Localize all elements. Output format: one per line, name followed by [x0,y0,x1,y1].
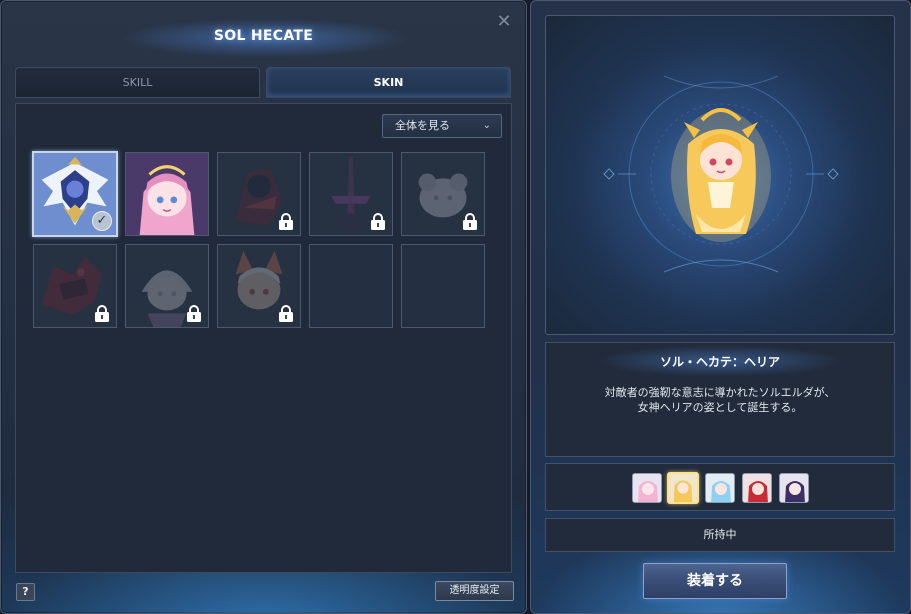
skin-slot-dark-rider[interactable] [217,152,301,236]
color-variant-red[interactable] [742,473,772,503]
character-preview [545,15,895,335]
blue-variant-icon [706,474,734,502]
lock-icon [371,213,385,230]
color-variant-blue[interactable] [705,473,735,503]
equip-button[interactable]: 装着する [643,563,787,599]
gold-variant-icon [669,474,697,502]
help-button[interactable]: ? [16,583,35,601]
skin-slot-fox-girl[interactable] [217,244,301,328]
pink-goddess-art [126,153,208,235]
skin-slot-empty [401,244,485,328]
skin-slot-crimson-dragon[interactable] [33,244,117,328]
skin-slot-empty [309,244,393,328]
chevron-down-icon: ⌄ [482,120,491,131]
tab-skin[interactable]: SKIN [266,67,511,98]
color-variant-gold[interactable] [667,472,699,504]
color-variant-pink[interactable] [632,473,662,503]
skin-slot-white-puff[interactable] [401,152,485,236]
skin-slot-winged-emblem[interactable]: ✓ [32,151,118,237]
window-title: SOL HECATE [213,28,314,44]
skin-name: ソル・ヘカテ：ヘリア [659,355,780,369]
pink-variant-icon [633,474,661,502]
red-variant-icon [743,474,771,502]
skin-slot-sword-shadow[interactable] [309,152,393,236]
skin-description: 対敵者の強靭な意志に導かれたソルエルダが、 女神ヘリアの姿として誕生する。 [604,386,836,414]
tab-skill[interactable]: SKILL [15,67,260,98]
lock-icon [279,305,293,322]
equipped-check-icon: ✓ [92,211,112,231]
skin-slot-silver-chibi[interactable] [125,244,209,328]
lock-icon [279,213,293,230]
ownership-status: 所持中 [545,518,895,552]
skin-slot-pink-goddess[interactable] [125,152,209,236]
filter-dropdown-value: 全体を見る [395,119,450,132]
lock-icon [187,305,201,322]
lock-icon [463,213,477,230]
purple-variant-icon [780,474,808,502]
hecate-helia-character [671,108,771,242]
lock-icon [95,305,109,322]
close-icon[interactable]: ✕ [494,12,514,32]
opacity-settings-button[interactable]: 透明度設定 [435,581,514,601]
filter-dropdown[interactable]: 全体を見る ⌄ [382,114,502,138]
color-variant-purple[interactable] [779,473,809,503]
